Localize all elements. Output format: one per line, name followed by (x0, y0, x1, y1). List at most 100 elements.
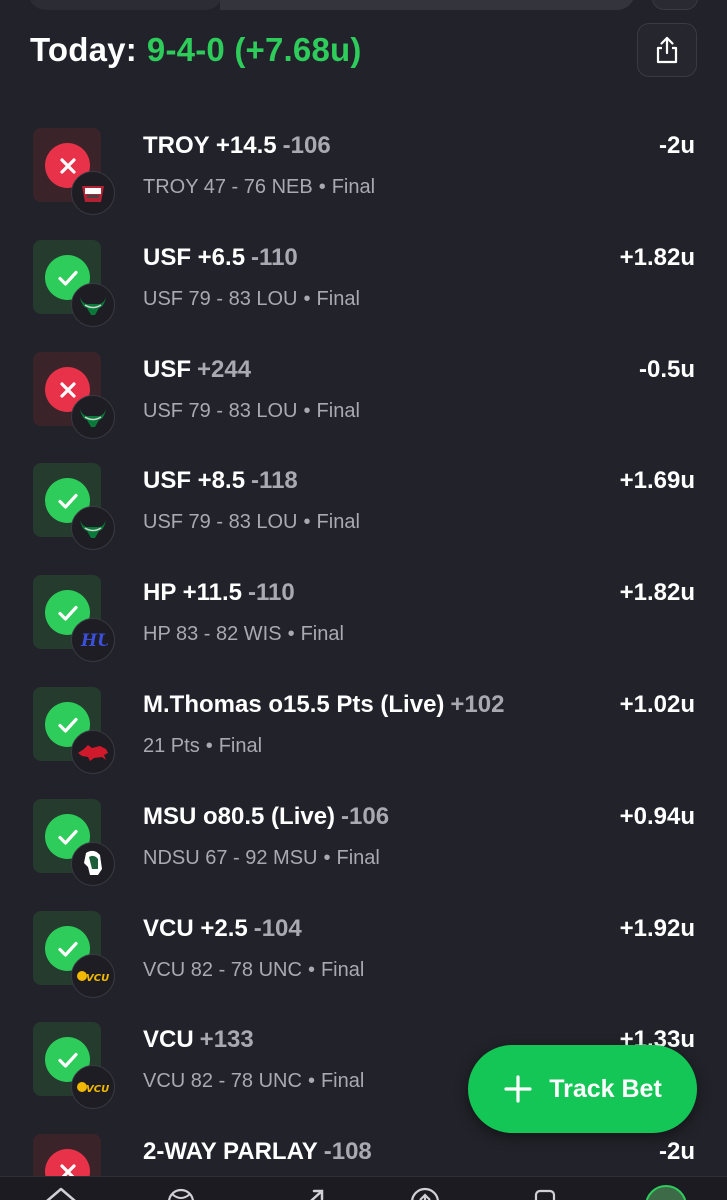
share-button[interactable] (637, 23, 697, 77)
upload-icon[interactable] (408, 1185, 442, 1200)
bet-state: Final (316, 288, 360, 310)
bet-title: USF +244 (143, 356, 251, 384)
usf-bull-logo-icon (71, 283, 115, 327)
bet-state: Final (320, 1070, 365, 1092)
bet-subtitle: USF 79 - 83 LOU • Final (143, 400, 360, 423)
bet-odds: -106 (341, 803, 390, 830)
bet-row[interactable]: M.Thomas o15.5 Pts (Live) +102 21 Pts • Fina… (0, 687, 727, 799)
bet-subtitle: USF 79 - 83 LOU • Final (143, 288, 360, 311)
spartan-logo-icon (71, 842, 115, 886)
bet-odds: -110 (251, 244, 298, 271)
bet-odds: -118 (251, 467, 298, 494)
bet-score: 21 Pts (143, 735, 200, 757)
daily-summary: Today: 9-4-0 (+7.68u) (30, 28, 362, 72)
separator-dot: • (323, 847, 331, 869)
bet-row[interactable]: TROY +14.5 -106 TROY 47 - 76 NEB • Final -2u (0, 128, 727, 240)
bet-row[interactable]: VCU VCU +2.5 -104 VCU 82 - 78 UNC • Final +1.9… (0, 911, 727, 1023)
bet-score: USF 79 - 83 LOU (143, 288, 298, 310)
svg-text:VCU: VCU (86, 1084, 109, 1095)
bet-pick: VCU (143, 1026, 194, 1053)
segment-tab[interactable] (220, 0, 635, 10)
bet-score: USF 79 - 83 LOU (143, 511, 298, 533)
bet-subtitle: VCU 82 - 78 UNC • Final (143, 1070, 364, 1093)
bet-score: TROY 47 - 76 NEB (143, 176, 313, 198)
share-icon (656, 36, 678, 64)
track-bet-label: Track Bet (549, 1074, 662, 1103)
vcu-logo-icon: VCU (71, 1065, 115, 1109)
bet-pick: USF (143, 356, 191, 383)
bottom-nav (0, 1176, 727, 1200)
profile-avatar[interactable] (645, 1185, 687, 1200)
bet-row[interactable]: HU HP +11.5-110 HP 83 - 82 WIS•Final +1.82u (0, 575, 727, 687)
bet-result: +0.94u (619, 803, 695, 830)
bet-subtitle: NDSU 67 - 92 MSU • Final (143, 847, 380, 870)
bet-odds: -108 (323, 1138, 372, 1165)
separator-dot: • (318, 176, 326, 198)
bet-result: -0.5u (638, 356, 695, 383)
bet-odds: -110 (247, 579, 295, 606)
usf-bull-logo-icon (71, 506, 115, 550)
bet-row[interactable]: USF +8.5 -118 USF 79 - 83 LOU • Final +1.69u (0, 463, 727, 575)
trend-icon[interactable] (296, 1185, 330, 1200)
bet-state: Final (320, 959, 365, 981)
svg-text:HU: HU (80, 631, 108, 651)
separator-dot: • (307, 1070, 315, 1092)
top-segmented-control (0, 0, 727, 14)
bet-subtitle: HP 83 - 82 WIS • Final (143, 623, 344, 646)
vcu-logo-icon: VCU (71, 954, 115, 998)
troy-logo-icon (71, 171, 115, 215)
track-bet-button[interactable]: Track Bet (468, 1045, 697, 1133)
home-icon[interactable] (44, 1185, 78, 1200)
bet-pick: USF +6.5 (143, 244, 246, 271)
bet-subtitle: VCU 82 - 78 UNC • Final (143, 959, 364, 982)
separator-dot: • (303, 288, 311, 310)
bet-result: -2u (659, 132, 695, 159)
bet-row[interactable]: MSU o80.5 (Live) -106 NDSU 67 - 92 MSU • Fin… (0, 799, 727, 911)
bet-subtitle: USF 79 - 83 LOU • Final (143, 511, 360, 534)
bet-subtitle: TROY 47 - 76 NEB • Final (143, 176, 375, 199)
bet-pick: VCU +2.5 (143, 915, 248, 942)
bet-result: +1.69u (619, 467, 695, 494)
bet-result: +1.92u (619, 915, 695, 942)
razorback-logo-icon (71, 730, 115, 774)
bet-score: USF 79 - 83 LOU (143, 400, 298, 422)
bet-state: Final (316, 511, 360, 533)
bet-title: USF +8.5 -118 (143, 467, 298, 495)
basketball-icon[interactable] (164, 1185, 198, 1200)
bet-state: Final (316, 400, 360, 422)
separator-dot: • (307, 959, 315, 981)
bet-result: -2u (659, 1138, 695, 1165)
bet-result: +1.02u (619, 691, 695, 718)
summary-record: 9-4-0 (+7.68u) (146, 31, 362, 68)
high-point-logo-icon: HU (71, 618, 115, 662)
bet-title: VCU +2.5 -104 (143, 915, 302, 943)
bet-title: M.Thomas o15.5 Pts (Live) +102 (143, 691, 504, 719)
bet-result: +1.82u (619, 579, 695, 606)
separator-dot: • (303, 400, 311, 422)
bet-score: NDSU 67 - 92 MSU (143, 847, 318, 869)
bet-score: VCU 82 - 78 UNC (143, 959, 302, 981)
bet-pick: USF +8.5 (143, 467, 246, 494)
bet-odds: +133 (199, 1026, 254, 1053)
bet-state: Final (336, 847, 380, 869)
top-right-button[interactable] (652, 0, 698, 10)
segment-tab-active[interactable] (28, 0, 223, 10)
cards-icon[interactable] (528, 1185, 562, 1200)
bet-score: HP 83 - 82 WIS (143, 623, 282, 645)
bet-row[interactable]: USF +6.5 -110 USF 79 - 83 LOU • Final +1.82u (0, 240, 727, 352)
plus-icon (503, 1074, 533, 1104)
bet-pick: MSU o80.5 (Live) (143, 803, 336, 830)
separator-dot: • (303, 511, 311, 533)
bet-odds: -106 (282, 132, 331, 159)
bet-title: 2-WAY PARLAY -108 (143, 1138, 372, 1166)
bet-pick: HP +11.5 (143, 579, 242, 606)
bet-state: Final (300, 623, 344, 645)
usf-bull-logo-icon (71, 395, 115, 439)
bet-score: VCU 82 - 78 UNC (143, 1070, 302, 1092)
bet-title: USF +6.5 -110 (143, 244, 298, 272)
bet-title: TROY +14.5 -106 (143, 132, 331, 160)
bet-title: HP +11.5 -110 (143, 579, 295, 607)
bet-state: Final (331, 176, 376, 198)
separator-dot: • (205, 735, 213, 757)
bet-row[interactable]: USF +244 USF 79 - 83 LOU • Final -0.5u (0, 352, 727, 464)
